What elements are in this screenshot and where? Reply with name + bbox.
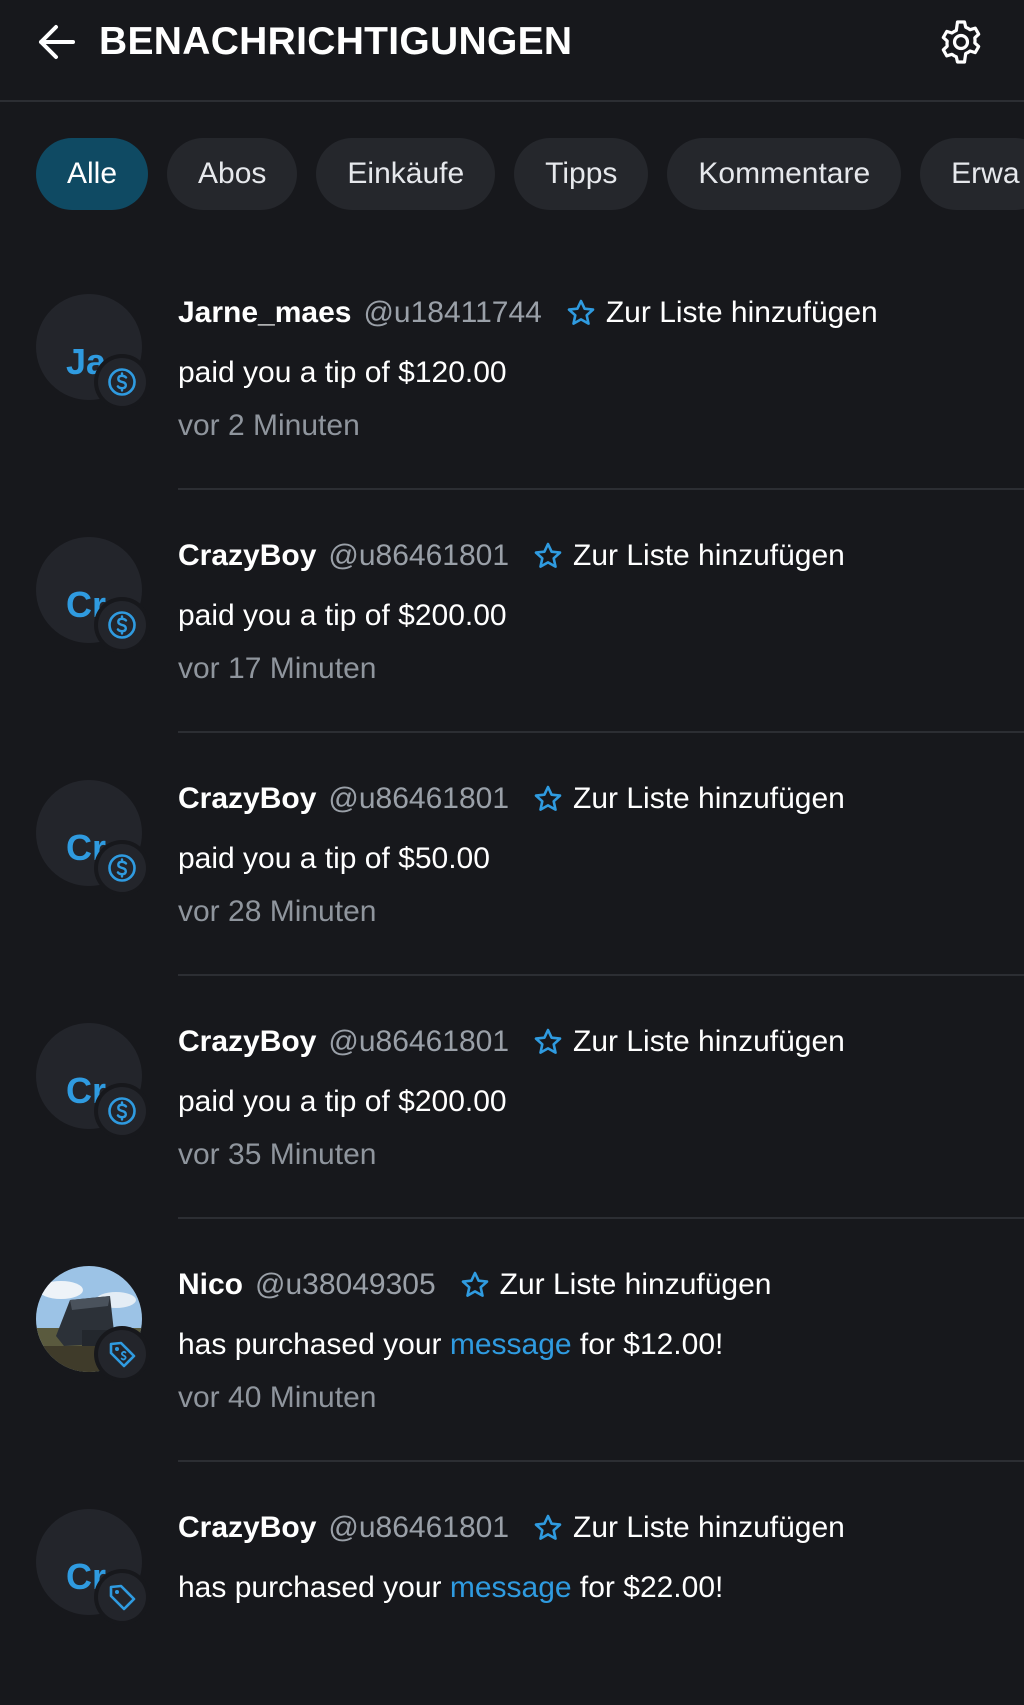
timestamp: vor 35 Minuten [178,1138,377,1171]
notification-item[interactable]: Nico @u38049305 Zur Liste hinzufügen has… [0,1219,1024,1462]
timestamp: vor 17 Minuten [178,652,377,685]
tab-erwaehnungen[interactable]: Erwa [920,138,1024,210]
add-to-list-button[interactable]: Zur Liste hinzufügen [460,1265,772,1305]
notification-text: has purchased your message for $12.00! [178,1325,723,1365]
user-handle[interactable]: @u86461801 [328,536,509,576]
notification-item[interactable]: Cr CrazyBoy @u86461801 Zur Liste hinzufü… [0,490,1024,733]
dollar-circle-icon [108,854,136,882]
text-before: has purchased your [178,1571,450,1604]
notification-text: paid you a tip of $200.00 [178,599,507,632]
star-icon [567,299,595,325]
star-icon [534,542,562,568]
username-link[interactable]: Nico [178,1265,243,1305]
tab-kommentare[interactable]: Kommentare [667,138,902,210]
arrow-left-icon [39,25,75,59]
settings-button[interactable] [933,14,989,70]
add-to-list-button[interactable]: Zur Liste hinzufügen [566,293,878,333]
text-after: for $12.00! [571,1328,724,1361]
notification-item[interactable]: Cr CrazyBoy @u86461801 Zur Liste hinzufü… [0,733,1024,976]
timestamp: vor 28 Minuten [178,895,377,928]
tip-badge [94,597,150,653]
username-link[interactable]: CrazyBoy [178,536,316,576]
add-to-list-button[interactable]: Zur Liste hinzufügen [533,1022,845,1062]
gear-icon [941,20,981,64]
username-link[interactable]: Jarne_maes [178,293,351,333]
dollar-circle-icon [108,368,136,396]
username-link[interactable]: CrazyBoy [178,1022,316,1062]
timestamp: vor 2 Minuten [178,409,360,442]
notification-item[interactable]: Ja Jarne_maes @u18411744 Zur Liste hinzu… [0,247,1024,490]
back-button[interactable] [30,18,82,66]
star-icon [534,785,562,811]
message-link[interactable]: message [450,1571,572,1604]
add-to-list-label: Zur Liste hinzufügen [573,539,845,572]
text-after: for $22.00! [571,1571,724,1604]
notification-text: paid you a tip of $200.00 [178,1085,507,1118]
user-handle[interactable]: @u38049305 [255,1265,436,1305]
tip-badge [94,354,150,410]
purchase-badge [94,1569,150,1625]
notification-text: paid you a tip of $50.00 [178,842,490,875]
tip-badge [94,840,150,896]
notification-item[interactable]: Cr CrazyBoy @u86461801 Zur Liste hinzufü… [0,976,1024,1219]
tab-alle[interactable]: Alle [36,138,149,210]
dollar-circle-icon [108,1097,136,1125]
username-link[interactable]: CrazyBoy [178,779,316,819]
add-to-list-label: Zur Liste hinzufügen [573,782,845,815]
tab-tipps[interactable]: Tipps [514,138,649,210]
app-header: BENACHRICHTIGUNGEN [0,0,1024,102]
user-handle[interactable]: @u86461801 [328,779,509,819]
timestamp: vor 40 Minuten [178,1381,377,1414]
username-link[interactable]: CrazyBoy [178,1508,316,1548]
notification-item[interactable]: Cr CrazyBoy @u86461801 Zur Liste hinzufü… [0,1462,1024,1705]
star-icon [461,1271,488,1297]
filter-tabs: Alle Abos Einkäufe Tipps Kommentare Erwa [36,138,1024,210]
star-icon [534,1514,562,1540]
user-handle[interactable]: @u86461801 [328,1508,509,1548]
tab-einkaeufe[interactable]: Einkäufe [316,138,496,210]
user-handle[interactable]: @u18411744 [363,293,541,333]
add-to-list-button[interactable]: Zur Liste hinzufügen [533,1508,845,1548]
add-to-list-label: Zur Liste hinzufügen [499,1268,772,1301]
message-link[interactable]: message [450,1328,572,1361]
notification-text: has purchased your message for $22.00! [178,1568,723,1608]
star-icon [534,1028,562,1054]
add-to-list-label: Zur Liste hinzufügen [573,1025,845,1058]
add-to-list-label: Zur Liste hinzufügen [605,296,878,329]
dollar-circle-icon [108,611,136,639]
add-to-list-button[interactable]: Zur Liste hinzufügen [533,536,845,576]
add-to-list-button[interactable]: Zur Liste hinzufügen [533,779,845,819]
tab-abos[interactable]: Abos [167,138,298,210]
price-tag-icon [109,1584,136,1611]
tip-badge [94,1083,150,1139]
text-before: has purchased your [178,1328,450,1361]
user-handle[interactable]: @u86461801 [328,1022,509,1062]
notification-text: paid you a tip of $120.00 [178,356,507,389]
page-title: BENACHRICHTIGUNGEN [99,20,573,63]
add-to-list-label: Zur Liste hinzufügen [573,1511,845,1544]
purchase-badge [94,1326,150,1382]
price-tag-icon [109,1341,136,1368]
